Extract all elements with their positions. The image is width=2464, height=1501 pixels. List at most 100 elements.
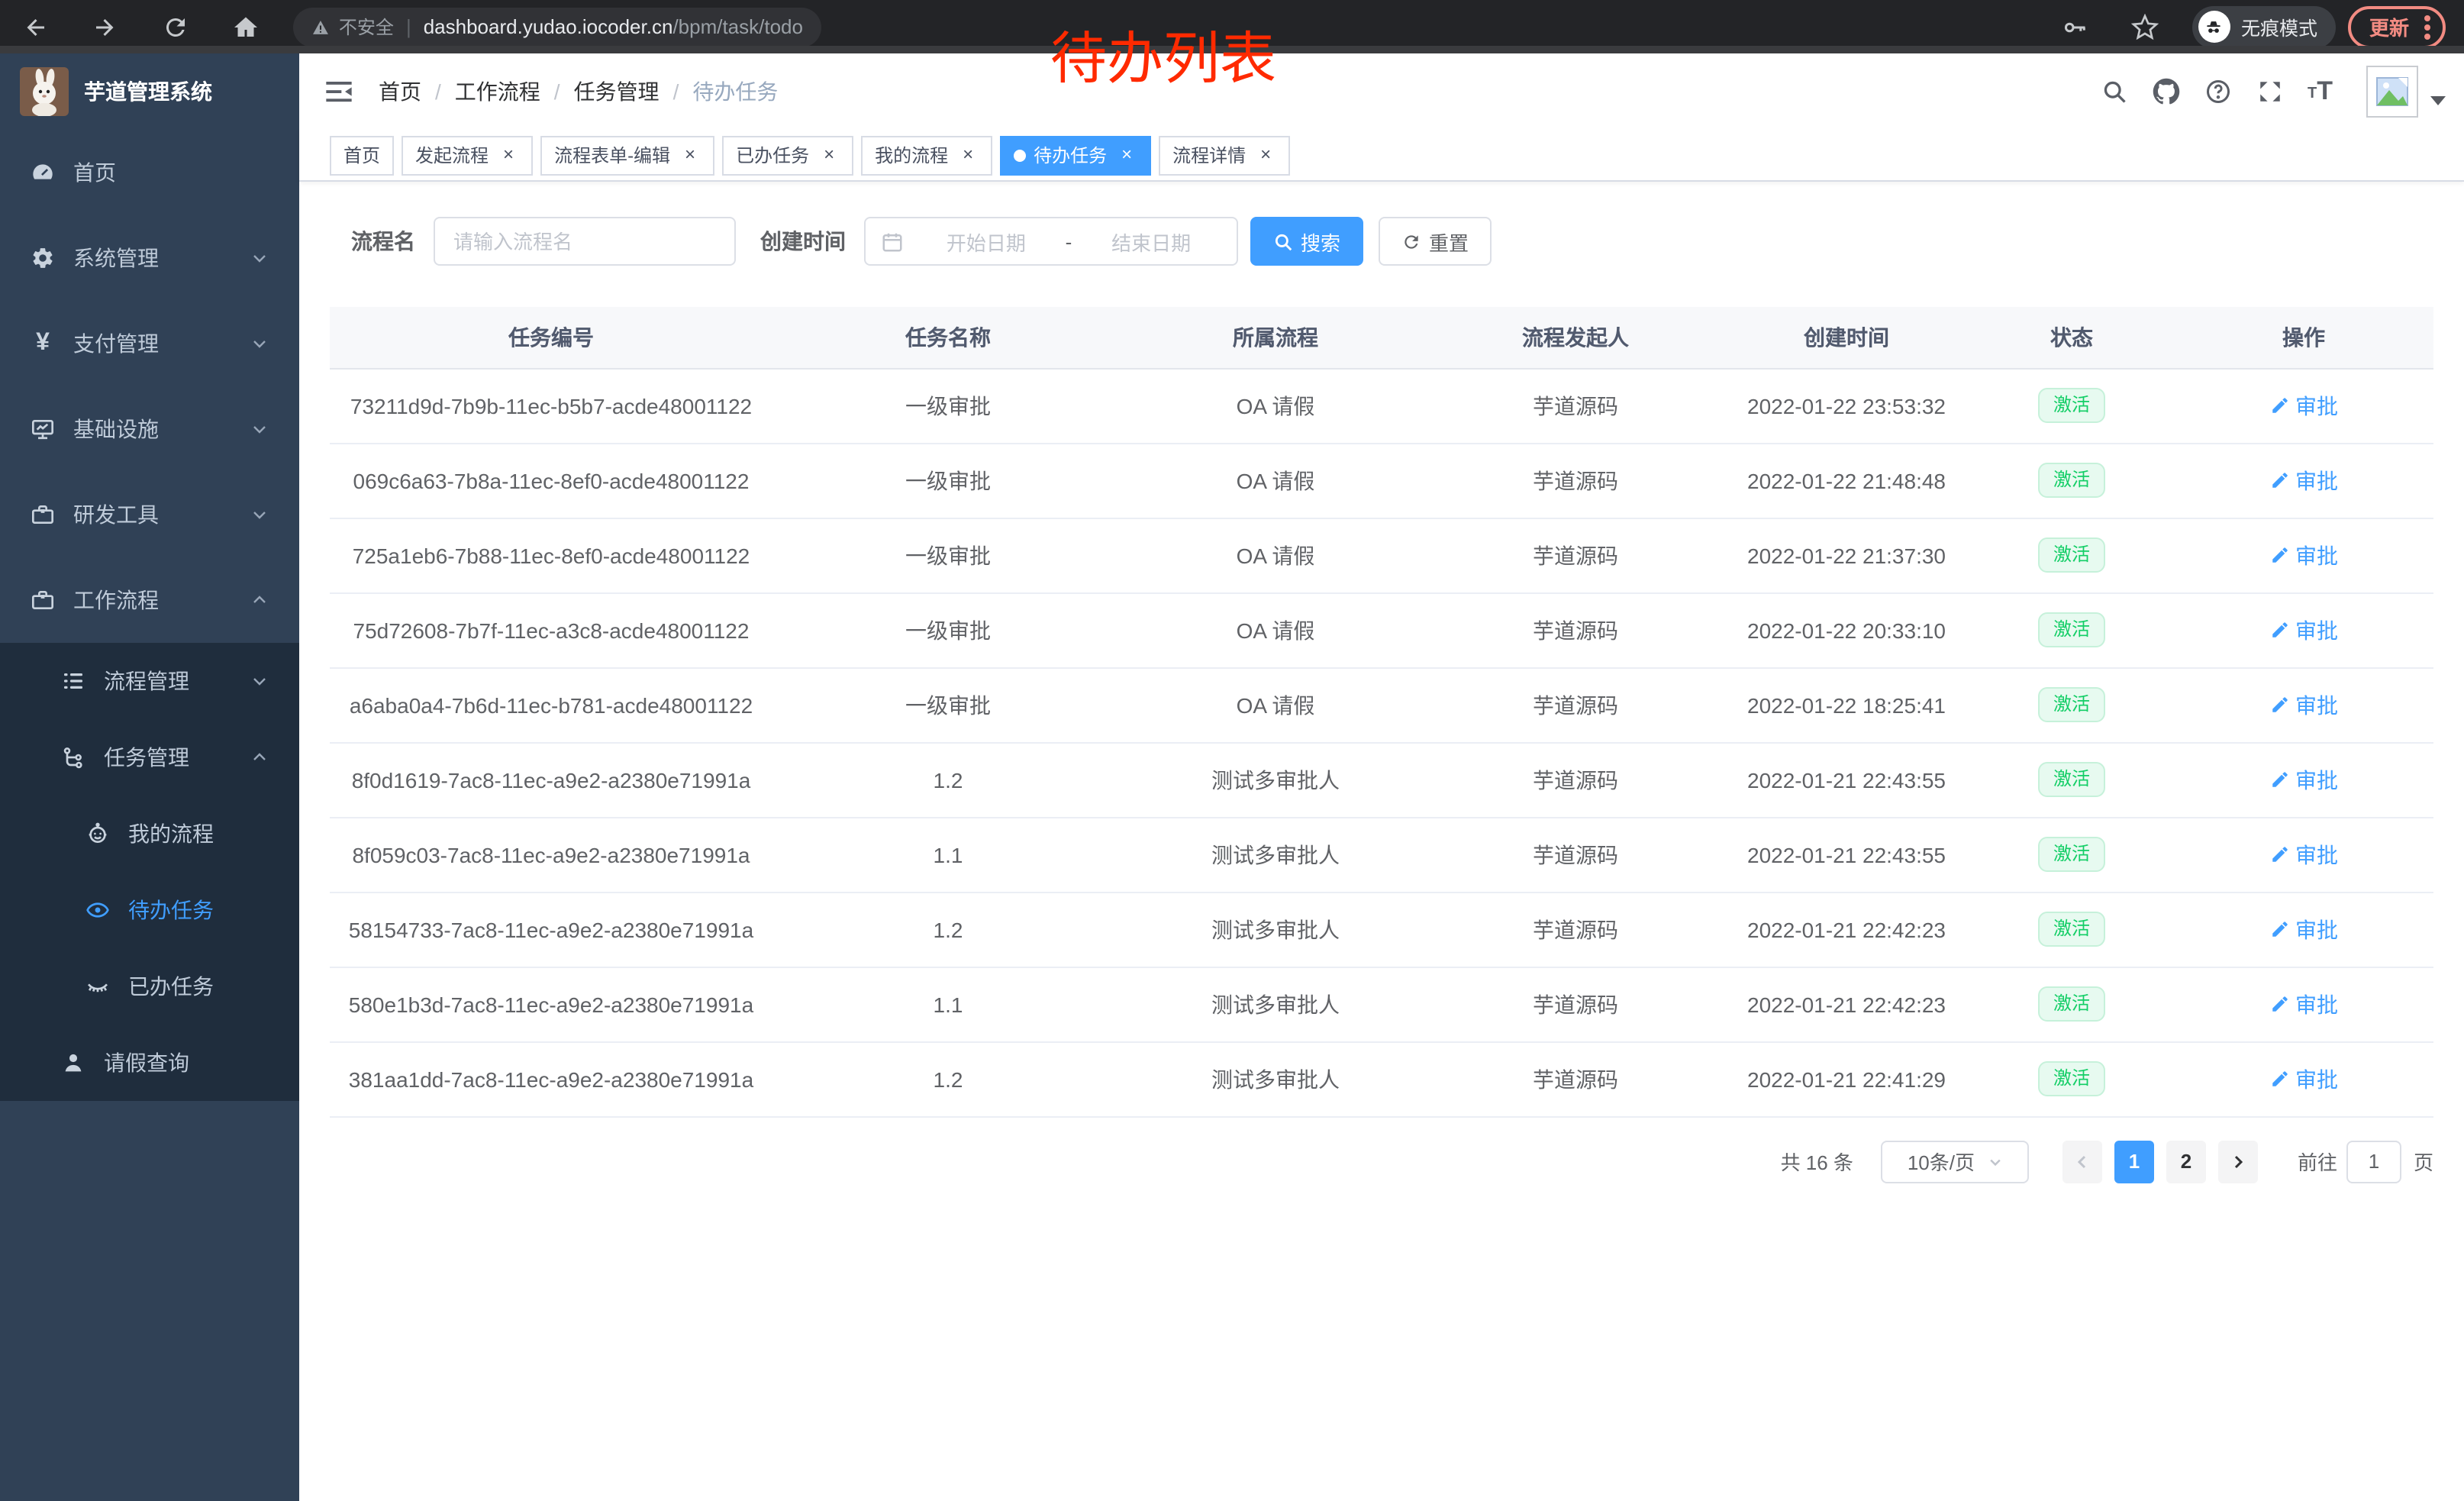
page-content: 流程名 创建时间 开始日期 - 结束日期 搜索 bbox=[299, 182, 2464, 1501]
address-bar[interactable]: 不安全 | dashboard.yudao.iocoder.cn/bpm/tas… bbox=[293, 7, 821, 47]
sidebar-item-done-task[interactable]: 已办任务 bbox=[0, 948, 299, 1025]
pencil-icon bbox=[2269, 844, 2289, 864]
avatar[interactable] bbox=[2366, 66, 2418, 118]
close-icon[interactable]: × bbox=[957, 144, 979, 166]
reload-icon[interactable] bbox=[162, 13, 189, 40]
approve-link[interactable]: 审批 bbox=[2269, 390, 2338, 421]
tags-view-bar: 首页 发起流程× 流程表单-编辑× 已办任务× 我的流程× 待办任务× 流程详情… bbox=[299, 130, 2464, 182]
col-actions: 操作 bbox=[2174, 307, 2433, 368]
search-button[interactable]: 搜索 bbox=[1250, 217, 1363, 266]
help-icon[interactable] bbox=[2204, 78, 2231, 105]
key-icon[interactable] bbox=[2061, 13, 2088, 40]
search-icon[interactable] bbox=[2100, 78, 2127, 105]
page-size-select[interactable]: 10条/页 bbox=[1881, 1140, 2029, 1183]
yen-icon: ¥ bbox=[31, 331, 55, 356]
col-status: 状态 bbox=[1969, 307, 2174, 368]
sidebar-item-my-process[interactable]: 我的流程 bbox=[0, 796, 299, 872]
pagination: 共 16 条 10条/页 1 2 前往 页 bbox=[330, 1140, 2433, 1183]
caret-down-icon[interactable] bbox=[2430, 96, 2446, 105]
pencil-icon bbox=[2269, 994, 2289, 1014]
next-page-button[interactable] bbox=[2218, 1140, 2258, 1183]
sidebar-item-devtool[interactable]: 研发工具 bbox=[0, 472, 299, 557]
pencil-icon bbox=[2269, 770, 2289, 789]
tag-done-task[interactable]: 已办任务× bbox=[722, 135, 853, 175]
page-2-button[interactable]: 2 bbox=[2166, 1140, 2206, 1183]
tag-home[interactable]: 首页 bbox=[330, 135, 394, 175]
approve-link[interactable]: 审批 bbox=[2269, 689, 2338, 720]
table-row: 580e1b3d-7ac8-11ec-a9e2-a2380e71991a1.1测… bbox=[330, 967, 2433, 1041]
security-label: 不安全 bbox=[339, 14, 394, 40]
browser-menu-icon[interactable] bbox=[2424, 24, 2430, 30]
chevron-right-icon bbox=[2229, 1152, 2247, 1170]
sidebar-item-home[interactable]: 首页 bbox=[0, 130, 299, 215]
sidebar-item-workflow[interactable]: 工作流程 bbox=[0, 557, 299, 643]
sidebar-item-label: 工作流程 bbox=[73, 585, 159, 615]
date-range-picker[interactable]: 开始日期 - 结束日期 bbox=[864, 217, 1238, 266]
sidebar-item-leave-query[interactable]: 请假查询 bbox=[0, 1025, 299, 1101]
sidebar-item-process-manage[interactable]: 流程管理 bbox=[0, 643, 299, 719]
sidebar-item-system[interactable]: 系统管理 bbox=[0, 215, 299, 301]
reset-button[interactable]: 重置 bbox=[1379, 217, 1492, 266]
close-icon[interactable]: × bbox=[498, 144, 519, 166]
close-icon[interactable]: × bbox=[1116, 144, 1137, 166]
tag-todo-task[interactable]: 待办任务× bbox=[1000, 135, 1151, 175]
tag-process-form-edit[interactable]: 流程表单-编辑× bbox=[540, 135, 714, 175]
approve-link[interactable]: 审批 bbox=[2269, 989, 2338, 1019]
todo-task-table: 任务编号 任务名称 所属流程 流程发起人 创建时间 状态 操作 73211d9d… bbox=[330, 307, 2433, 1117]
app-title: 芋道管理系统 bbox=[84, 76, 212, 107]
table-row: 75d72608-7b7f-11ec-a3c8-acde48001122一级审批… bbox=[330, 592, 2433, 667]
fullscreen-icon[interactable] bbox=[2256, 78, 2283, 105]
tree-icon bbox=[61, 745, 85, 770]
col-task-name: 任务名称 bbox=[772, 307, 1124, 368]
close-icon[interactable]: × bbox=[1255, 144, 1276, 166]
goto-suffix: 页 bbox=[2414, 1147, 2433, 1176]
page-1-button[interactable]: 1 bbox=[2114, 1140, 2154, 1183]
approve-link[interactable]: 审批 bbox=[2269, 839, 2338, 870]
incognito-badge: 无痕模式 bbox=[2192, 5, 2336, 48]
goto-page-input[interactable] bbox=[2346, 1140, 2401, 1183]
breadcrumb-item[interactable]: 首页 bbox=[379, 76, 421, 107]
end-date-placeholder[interactable]: 结束日期 bbox=[1081, 227, 1221, 256]
process-name-label: 流程名 bbox=[351, 226, 415, 257]
sidebar-item-infra[interactable]: 基础设施 bbox=[0, 386, 299, 472]
sidebar-collapse-icon[interactable] bbox=[324, 76, 354, 107]
close-icon[interactable]: × bbox=[679, 144, 701, 166]
start-date-placeholder[interactable]: 开始日期 bbox=[916, 227, 1056, 256]
forward-icon[interactable] bbox=[92, 13, 119, 40]
sidebar-item-todo-task[interactable]: 待办任务 bbox=[0, 872, 299, 948]
navbar-actions: TT bbox=[2088, 66, 2446, 118]
approve-link[interactable]: 审批 bbox=[2269, 1064, 2338, 1094]
breadcrumb-item[interactable]: 任务管理 bbox=[574, 76, 660, 107]
approve-link[interactable]: 审批 bbox=[2269, 764, 2338, 795]
approve-link[interactable]: 审批 bbox=[2269, 914, 2338, 944]
tag-start-process[interactable]: 发起流程× bbox=[402, 135, 533, 175]
url-host: dashboard.yudao.iocoder.cn bbox=[424, 15, 673, 38]
approve-link[interactable]: 审批 bbox=[2269, 615, 2338, 645]
sidebar-item-task-manage[interactable]: 任务管理 bbox=[0, 719, 299, 796]
table-row: 73211d9d-7b9b-11ec-b5b7-acde48001122一级审批… bbox=[330, 368, 2433, 443]
toolbox-icon bbox=[31, 502, 55, 527]
font-size-icon[interactable]: TT bbox=[2308, 76, 2333, 107]
eye-closed-icon bbox=[85, 974, 110, 999]
breadcrumb-separator: / bbox=[554, 79, 560, 104]
sidebar-logo[interactable]: 芋道管理系统 bbox=[0, 53, 299, 130]
process-name-input[interactable] bbox=[434, 217, 736, 266]
prev-page-button[interactable] bbox=[2062, 1140, 2102, 1183]
briefcase-icon bbox=[31, 588, 55, 612]
home-icon[interactable] bbox=[232, 13, 260, 40]
back-icon[interactable] bbox=[21, 13, 49, 40]
approve-link[interactable]: 审批 bbox=[2269, 465, 2338, 495]
tag-my-process[interactable]: 我的流程× bbox=[861, 135, 992, 175]
pencil-icon bbox=[2269, 620, 2289, 640]
tag-process-detail[interactable]: 流程详情× bbox=[1159, 135, 1290, 175]
browser-update-button[interactable]: 更新 bbox=[2348, 5, 2446, 48]
sidebar-item-pay[interactable]: ¥ 支付管理 bbox=[0, 301, 299, 386]
bookmark-star-icon[interactable] bbox=[2131, 13, 2159, 40]
chevron-up-icon bbox=[250, 748, 269, 767]
github-icon[interactable] bbox=[2152, 78, 2179, 105]
breadcrumb-item[interactable]: 工作流程 bbox=[455, 76, 540, 107]
pencil-icon bbox=[2269, 470, 2289, 490]
refresh-icon bbox=[1401, 231, 1421, 251]
close-icon[interactable]: × bbox=[818, 144, 840, 166]
approve-link[interactable]: 审批 bbox=[2269, 540, 2338, 570]
